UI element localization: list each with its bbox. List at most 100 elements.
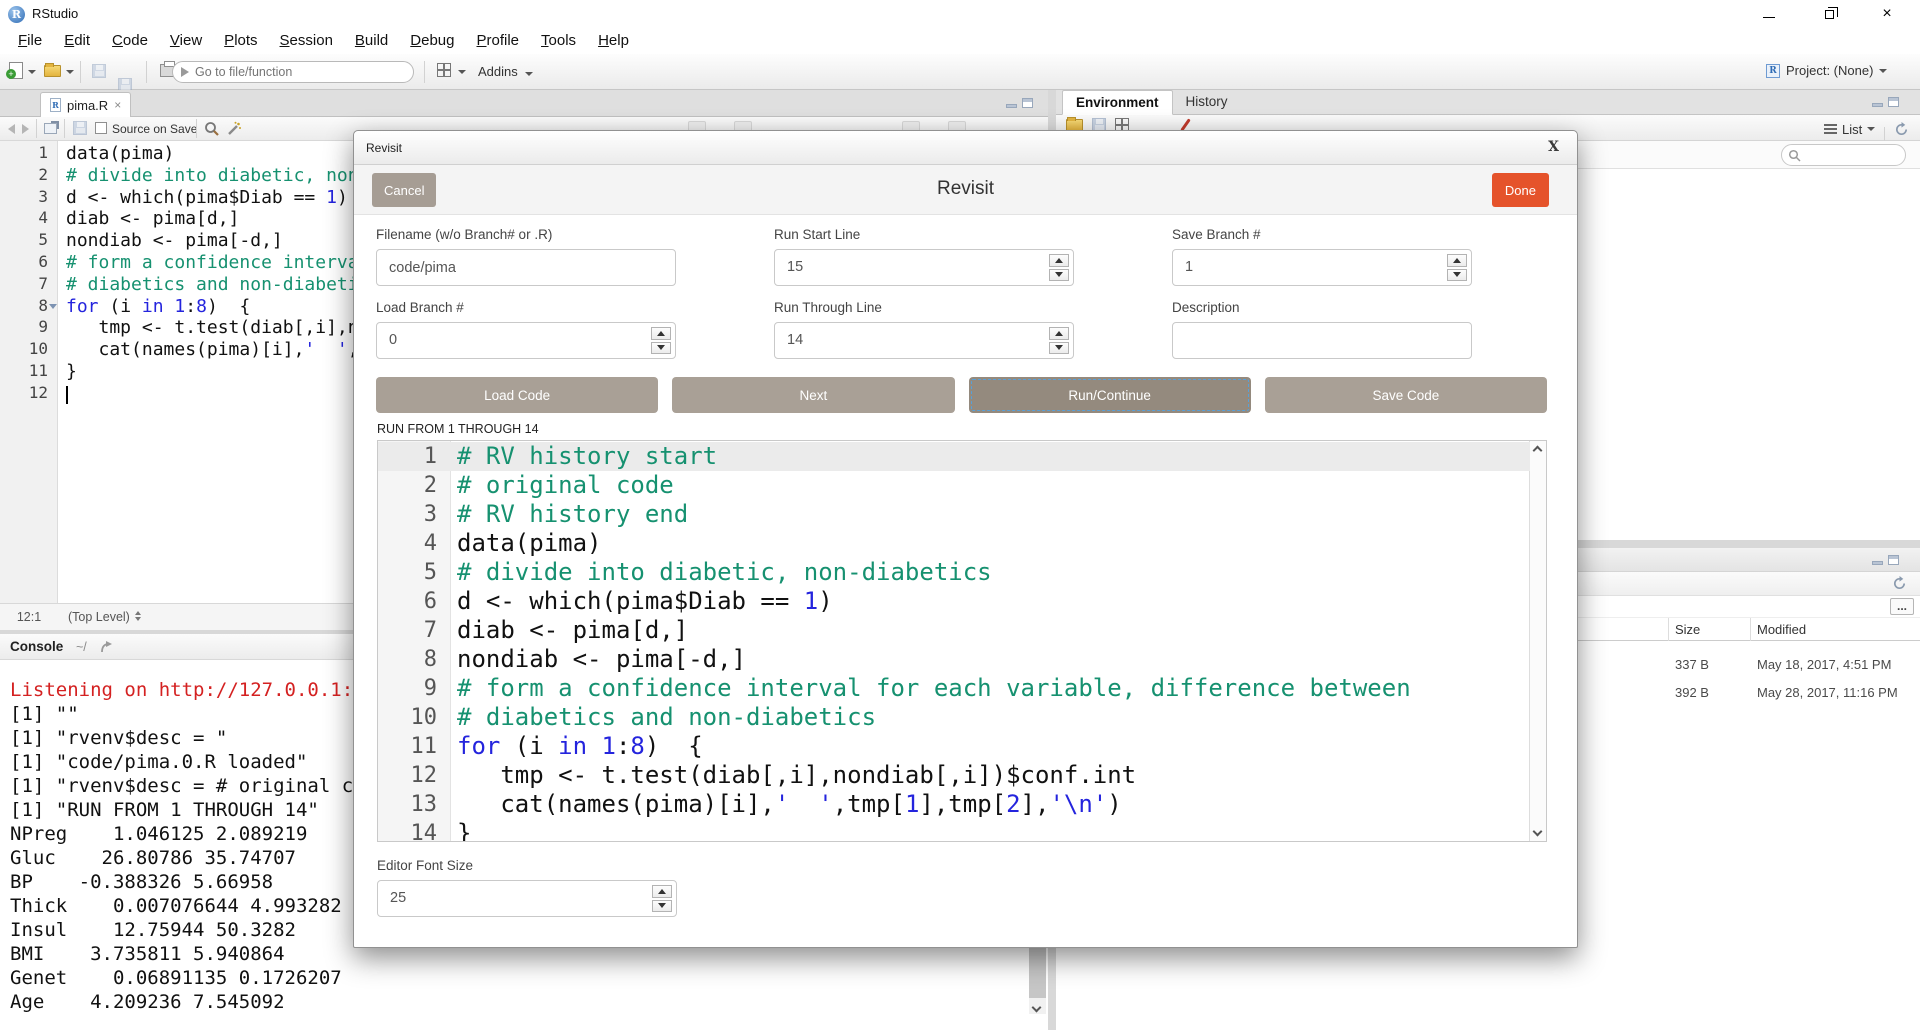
source-on-save-checkbox[interactable] bbox=[95, 122, 107, 134]
menu-code[interactable]: Code bbox=[101, 28, 159, 54]
spin-down-button[interactable] bbox=[1049, 269, 1069, 282]
spin-up-button[interactable] bbox=[1049, 327, 1069, 340]
spin-up-button[interactable] bbox=[651, 327, 671, 340]
menu-debug[interactable]: Debug bbox=[399, 28, 465, 54]
menu-tools[interactable]: Tools bbox=[530, 28, 587, 54]
save-document-icon[interactable] bbox=[73, 121, 87, 135]
project-selector[interactable]: R Project: (None) bbox=[1766, 63, 1887, 78]
field-label: Editor Font Size bbox=[377, 858, 677, 873]
menu-help[interactable]: Help bbox=[587, 28, 640, 54]
refresh-icon[interactable] bbox=[1892, 576, 1907, 591]
panes-grid-icon[interactable] bbox=[437, 63, 451, 77]
fold-chevron-icon[interactable] bbox=[49, 304, 57, 309]
menu-plots[interactable]: Plots bbox=[213, 28, 268, 54]
filename-field-input[interactable] bbox=[376, 249, 676, 286]
save-icon[interactable] bbox=[92, 64, 106, 78]
new-file-dropdown-caret[interactable] bbox=[28, 70, 36, 74]
more-button[interactable]: ... bbox=[1890, 598, 1914, 615]
pane-maximize-icon[interactable] bbox=[1888, 97, 1899, 107]
environment-view-selector[interactable]: List bbox=[1824, 120, 1909, 138]
menu-profile[interactable]: Profile bbox=[466, 28, 531, 54]
scope-selector[interactable]: (Top Level) bbox=[68, 610, 141, 624]
pane-maximize-icon[interactable] bbox=[1888, 555, 1899, 565]
forward-icon[interactable] bbox=[22, 124, 29, 134]
window-minimize-button[interactable] bbox=[1746, 0, 1792, 28]
spin-down-button[interactable] bbox=[1049, 342, 1069, 355]
pane-minimize-icon[interactable] bbox=[1006, 104, 1017, 108]
pane-minimize-icon[interactable] bbox=[1872, 103, 1883, 107]
dialog-code-viewer[interactable]: 1# RV history start2# original code3# RV… bbox=[377, 440, 1547, 842]
run-through-line-field-spinner[interactable]: 14 bbox=[774, 322, 1074, 359]
load-code-button[interactable]: Load Code bbox=[376, 377, 658, 413]
goto-file-function-input[interactable] bbox=[195, 65, 385, 79]
console-line: [1] "rvenv$desc = " bbox=[10, 726, 399, 750]
spin-up-button[interactable] bbox=[652, 885, 672, 898]
open-file-dropdown-caret[interactable] bbox=[66, 70, 74, 74]
environment-search-input[interactable] bbox=[1801, 148, 1893, 162]
pane-maximize-icon[interactable] bbox=[1022, 98, 1033, 108]
column-modified[interactable]: Modified bbox=[1757, 622, 1806, 637]
console-working-dir: ~/ bbox=[76, 640, 87, 654]
project-label: Project: (None) bbox=[1786, 63, 1873, 78]
menu-file[interactable]: File bbox=[7, 28, 53, 54]
save-branch-field-spinner[interactable]: 1 bbox=[1172, 249, 1472, 286]
editor-font-size-spinner[interactable]: 25 bbox=[377, 880, 677, 917]
cancel-button[interactable]: Cancel bbox=[372, 173, 436, 207]
dialog-code-scrollbar[interactable] bbox=[1529, 441, 1546, 841]
load-branch-field-spinner[interactable]: 0 bbox=[376, 322, 676, 359]
window-close-button[interactable]: × bbox=[1864, 0, 1910, 28]
open-in-new-window-icon[interactable] bbox=[44, 123, 57, 134]
dialog-action-buttons: Load Code Next Run/Continue Save Code bbox=[376, 377, 1547, 413]
dialog-close-icon[interactable]: X bbox=[1548, 139, 1559, 155]
dialog-titlebar[interactable]: Revisit X bbox=[354, 131, 1577, 165]
spin-down-button[interactable] bbox=[652, 900, 672, 913]
spin-down-button[interactable] bbox=[1447, 269, 1467, 282]
menu-build[interactable]: Build bbox=[344, 28, 399, 54]
spin-down-button[interactable] bbox=[651, 342, 671, 355]
console-popout-icon[interactable] bbox=[100, 640, 116, 654]
file-modified: May 18, 2017, 4:51 PM bbox=[1757, 657, 1891, 672]
menu-session[interactable]: Session bbox=[269, 28, 344, 54]
panes-dropdown-caret[interactable] bbox=[458, 70, 466, 74]
field-label: Description bbox=[1172, 300, 1472, 315]
save-code-button[interactable]: Save Code bbox=[1265, 377, 1547, 413]
field-label: Filename (w/o Branch# or .R) bbox=[376, 227, 676, 242]
spin-up-button[interactable] bbox=[1049, 254, 1069, 267]
new-file-icon[interactable] bbox=[9, 62, 23, 79]
dialog-fields: Filename (w/o Branch# or .R)Run Start Li… bbox=[376, 227, 1577, 359]
tab-environment[interactable]: Environment bbox=[1062, 90, 1173, 115]
spin-up-button[interactable] bbox=[1447, 254, 1467, 267]
pane-minimize-icon[interactable] bbox=[1872, 561, 1883, 565]
addins-menu[interactable]: Addins bbox=[478, 64, 533, 79]
code-text: } bbox=[66, 361, 77, 382]
down-arrow-icon bbox=[1453, 272, 1461, 277]
environment-search-box[interactable] bbox=[1781, 144, 1906, 166]
rstudio-logo-icon: R bbox=[8, 6, 25, 23]
back-icon[interactable] bbox=[8, 124, 15, 134]
scroll-up-icon[interactable] bbox=[1533, 446, 1543, 456]
run-start-line-field-spinner[interactable]: 15 bbox=[774, 249, 1074, 286]
console-scrollbar-thumb[interactable] bbox=[1029, 948, 1046, 998]
goto-file-function-box[interactable] bbox=[172, 61, 414, 83]
line-number: 6 bbox=[378, 589, 437, 614]
console-line: [1] "" bbox=[10, 702, 399, 726]
description-field-input[interactable] bbox=[1172, 322, 1472, 359]
run-continue-button[interactable]: Run/Continue bbox=[969, 377, 1251, 413]
menu-edit[interactable]: Edit bbox=[53, 28, 101, 54]
done-button[interactable]: Done bbox=[1492, 173, 1549, 207]
next-button[interactable]: Next bbox=[672, 377, 954, 413]
window-restore-button[interactable] bbox=[1806, 0, 1852, 28]
tab-history[interactable]: History bbox=[1173, 90, 1241, 115]
code-tools-wand-icon[interactable] bbox=[226, 121, 242, 137]
open-file-icon[interactable] bbox=[44, 65, 61, 77]
tab-close-icon[interactable]: × bbox=[114, 98, 121, 112]
find-replace-icon[interactable] bbox=[204, 121, 220, 137]
console-output[interactable]: Listening on http://127.0.0.1:[1] ""[1] … bbox=[10, 678, 399, 1014]
scroll-down-icon[interactable] bbox=[1032, 1003, 1042, 1013]
menu-view[interactable]: View bbox=[159, 28, 213, 54]
editor-tab-pima[interactable]: R pima.R × bbox=[40, 92, 131, 117]
refresh-icon[interactable] bbox=[1894, 122, 1909, 137]
column-size[interactable]: Size bbox=[1675, 622, 1700, 637]
scroll-down-icon[interactable] bbox=[1533, 827, 1543, 837]
field-value: 14 bbox=[787, 323, 803, 358]
